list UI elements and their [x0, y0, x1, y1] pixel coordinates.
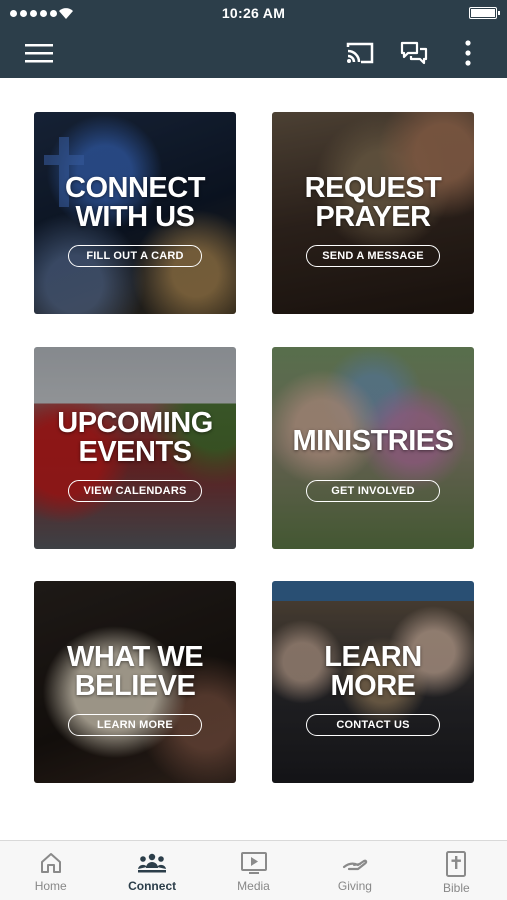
tile-title: REQUEST PRAYER — [304, 172, 442, 233]
play-screen-icon — [240, 852, 267, 874]
nav-item-giving[interactable]: Giving — [304, 841, 405, 900]
tile-request-prayer[interactable]: REQUEST PRAYER SEND A MESSAGE — [272, 112, 474, 314]
get-involved-button[interactable]: GET INVOLVED — [306, 480, 440, 502]
more-vertical-icon — [465, 40, 471, 66]
cast-icon — [346, 42, 374, 64]
fill-out-card-button[interactable]: FILL OUT A CARD — [68, 245, 202, 267]
contact-us-button[interactable]: CONTACT US — [306, 714, 440, 736]
battery-icon — [469, 7, 500, 19]
menu-button[interactable] — [22, 36, 56, 70]
bible-cross-icon — [446, 851, 467, 877]
tile-title: MINISTRIES — [292, 425, 454, 457]
learn-more-button[interactable]: LEARN MORE — [68, 714, 202, 736]
home-icon — [40, 853, 61, 873]
view-calendars-button[interactable]: VIEW CALENDARS — [68, 480, 202, 502]
nav-item-bible[interactable]: Bible — [406, 841, 507, 900]
giving-hand-icon — [342, 859, 368, 871]
status-bar: 10:26 AM — [0, 0, 507, 28]
cast-button[interactable] — [343, 36, 377, 70]
status-time: 10:26 AM — [221, 5, 286, 21]
nav-item-connect[interactable]: Connect — [101, 841, 202, 900]
tile-title: UPCOMING EVENTS — [57, 407, 213, 468]
send-message-button[interactable]: SEND A MESSAGE — [306, 245, 440, 267]
tile-upcoming-events[interactable]: UPCOMING EVENTS VIEW CALENDARS — [34, 347, 236, 549]
bottom-navigation: Home Connect Media Giving Bible — [0, 840, 507, 900]
tile-ministries[interactable]: MINISTRIES GET INVOLVED — [272, 347, 474, 549]
nav-label-media: Media — [237, 879, 270, 893]
nav-item-media[interactable]: Media — [203, 841, 304, 900]
nav-label-connect: Connect — [128, 879, 177, 893]
nav-label-home: Home — [34, 879, 67, 893]
more-options-button[interactable] — [451, 36, 485, 70]
tile-title: WHAT WE BELIEVE — [66, 641, 204, 702]
tile-what-we-believe[interactable]: WHAT WE BELIEVE LEARN MORE — [34, 581, 236, 783]
nav-item-home[interactable]: Home — [0, 841, 101, 900]
chat-button[interactable] — [397, 36, 431, 70]
tile-title: CONNECT WITH US — [65, 172, 205, 233]
tile-connect-with-us[interactable]: CONNECT WITH US FILL OUT A CARD — [34, 112, 236, 314]
people-group-icon — [138, 853, 167, 873]
app-bar — [0, 28, 507, 78]
tile-learn-more[interactable]: LEARN MORE CONTACT US — [272, 581, 474, 783]
nav-label-giving: Giving — [337, 879, 372, 893]
nav-label-bible: Bible — [442, 881, 470, 895]
hamburger-menu-icon — [25, 44, 53, 63]
chat-bubbles-icon — [400, 41, 428, 65]
tile-title: LEARN MORE — [324, 641, 422, 702]
